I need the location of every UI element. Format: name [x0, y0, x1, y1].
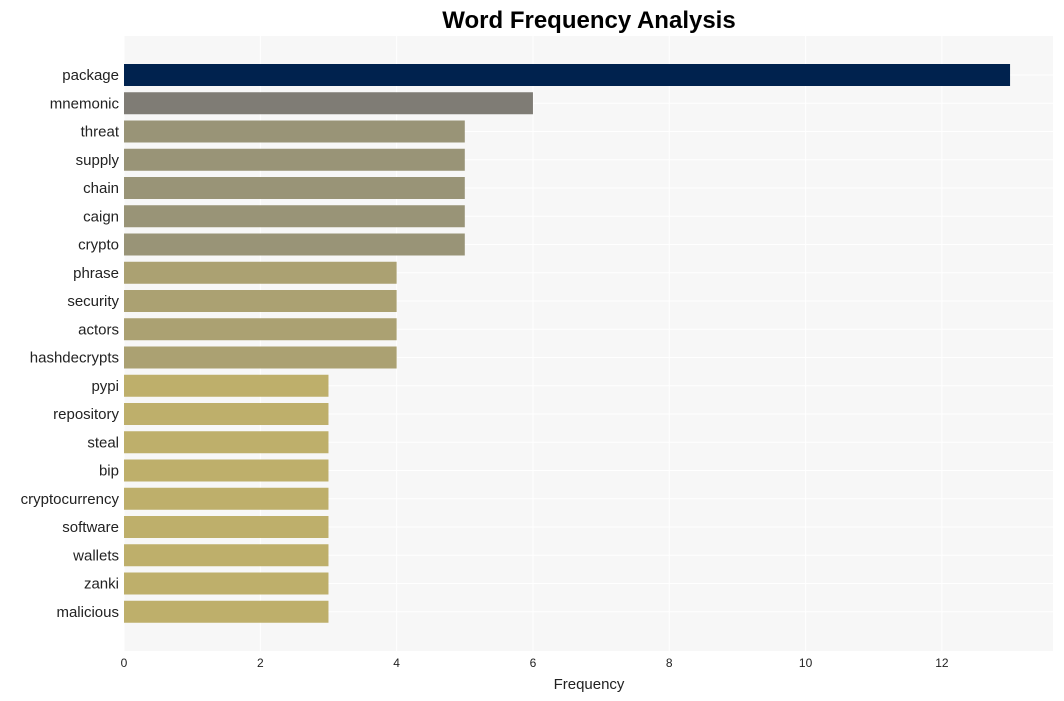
y-label-actors: actors — [78, 321, 119, 338]
y-label-package: package — [62, 67, 119, 84]
y-label-wallets: wallets — [72, 547, 119, 564]
y-label-threat: threat — [81, 124, 120, 141]
x-tick-label: 2 — [257, 656, 264, 670]
y-label-phrase: phrase — [73, 265, 119, 282]
y-label-chain: chain — [83, 180, 119, 197]
bar-hashdecrypts — [124, 346, 397, 369]
y-label-steal: steal — [87, 434, 119, 451]
y-label-cryptocurrency: cryptocurrency — [21, 491, 120, 508]
x-tick-label: 10 — [799, 656, 813, 670]
y-label-caign: caign — [83, 208, 119, 225]
x-tick-label: 4 — [393, 656, 400, 670]
y-label-supply: supply — [76, 152, 120, 169]
bar-steal — [124, 431, 329, 454]
x-axis-label: Frequency — [554, 676, 625, 693]
bar-bip — [124, 459, 329, 482]
bar-mnemonic — [124, 92, 533, 115]
bar-threat — [124, 120, 465, 143]
bar-repository — [124, 403, 329, 425]
bar-wallets — [124, 544, 329, 567]
bar-crypto — [124, 233, 465, 256]
bar-software — [124, 516, 329, 538]
bar-supply — [124, 148, 465, 171]
bar-zanki — [124, 572, 329, 595]
bar-caign — [124, 205, 465, 228]
bar-actors — [124, 318, 397, 341]
bar-package — [124, 64, 1011, 86]
bar-malicious — [124, 600, 329, 623]
y-label-software: software — [62, 519, 119, 536]
x-tick-label: 6 — [530, 656, 537, 670]
x-tick-label: 0 — [121, 656, 128, 670]
x-tick-label: 8 — [666, 656, 673, 670]
y-label-bip: bip — [99, 463, 119, 480]
y-axis-labels: package mnemonic threat supply chain caign cry… — [21, 67, 120, 621]
y-label-crypto: crypto — [78, 237, 119, 254]
bar-cryptocurrency — [124, 487, 329, 510]
x-tick-label: 12 — [935, 656, 949, 670]
y-label-zanki: zanki — [84, 576, 119, 593]
bar-pypi — [124, 374, 329, 397]
bar-phrase — [124, 261, 397, 284]
y-label-pypi: pypi — [91, 378, 119, 395]
bar-chain — [124, 177, 465, 199]
y-label-repository: repository — [53, 406, 119, 423]
word-frequency-chart: Word Frequency Analysis package mnemonic t… — [21, 7, 1053, 693]
y-label-security: security — [67, 293, 119, 310]
y-label-malicious: malicious — [56, 604, 119, 621]
y-label-mnemonic: mnemonic — [50, 95, 120, 112]
x-axis-ticks: 0 2 4 6 8 10 12 — [121, 656, 949, 670]
chart-title: Word Frequency Analysis — [442, 7, 735, 34]
y-label-hashdecrypts: hashdecrypts — [30, 350, 119, 367]
bar-security — [124, 290, 397, 312]
